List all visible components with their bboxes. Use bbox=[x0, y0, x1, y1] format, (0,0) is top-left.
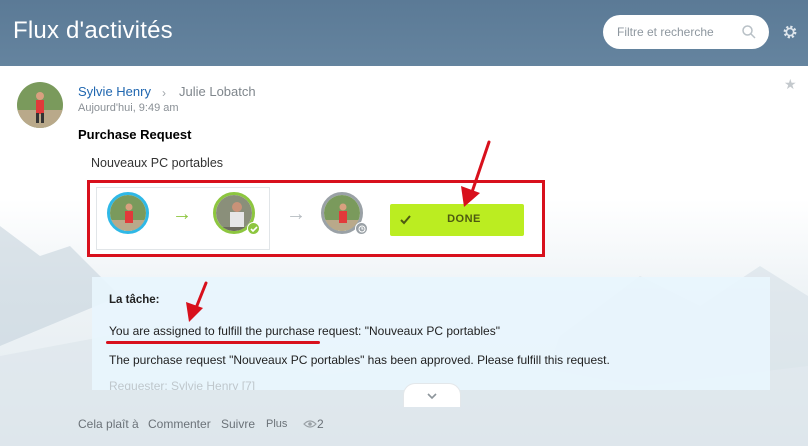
more-link[interactable]: Plus bbox=[266, 418, 287, 430]
follow-link[interactable]: Suivre bbox=[221, 417, 255, 431]
comment-link[interactable]: Commenter bbox=[148, 417, 211, 431]
page-title: Flux d'activités bbox=[13, 17, 173, 44]
activity-post: Sylvie Henry › Julie Lobatch Aujourd'hui… bbox=[0, 66, 808, 446]
done-button[interactable]: DONE bbox=[390, 204, 524, 236]
annotation-underline bbox=[106, 341, 320, 344]
star-icon[interactable]: ★ bbox=[784, 76, 797, 93]
chevron-right-icon: › bbox=[162, 86, 166, 100]
task-approval-text: The purchase request "Nouveaux PC portab… bbox=[109, 353, 610, 367]
post-title: Purchase Request bbox=[78, 127, 192, 142]
views-count: 2 bbox=[317, 417, 324, 431]
arrow-right-icon: → bbox=[172, 203, 192, 225]
search-box[interactable] bbox=[603, 15, 769, 49]
task-requester-text: Requester: Sylvie Henry [7] bbox=[109, 379, 256, 390]
eye-icon bbox=[303, 420, 317, 428]
clock-icon bbox=[355, 222, 368, 235]
check-icon bbox=[247, 222, 260, 235]
chevron-down-icon bbox=[427, 393, 437, 400]
gear-icon[interactable] bbox=[781, 23, 799, 41]
expand-button[interactable] bbox=[403, 383, 461, 407]
approval-flow: → → DONE bbox=[87, 180, 545, 257]
requester-avatar[interactable] bbox=[107, 192, 149, 234]
like-link[interactable]: Cela plaît à bbox=[78, 417, 139, 431]
author-avatar[interactable] bbox=[17, 82, 63, 128]
author-link[interactable]: Sylvie Henry bbox=[78, 84, 151, 99]
recipient-link[interactable]: Julie Lobatch bbox=[179, 84, 256, 99]
search-input[interactable] bbox=[617, 23, 737, 41]
post-timestamp[interactable]: Aujourd'hui, 9:49 am bbox=[78, 102, 179, 114]
task-assignment-text: You are assigned to fulfill the purchase… bbox=[109, 324, 500, 338]
search-icon[interactable] bbox=[741, 24, 757, 40]
top-bar: Flux d'activités bbox=[0, 0, 808, 66]
done-button-label: DONE bbox=[447, 213, 481, 225]
task-description: La tâche: You are assigned to fulfill th… bbox=[92, 277, 770, 390]
request-subject: Nouveaux PC portables bbox=[91, 156, 224, 170]
arrow-right-icon: → bbox=[286, 203, 306, 225]
task-heading: La tâche: bbox=[109, 294, 160, 306]
